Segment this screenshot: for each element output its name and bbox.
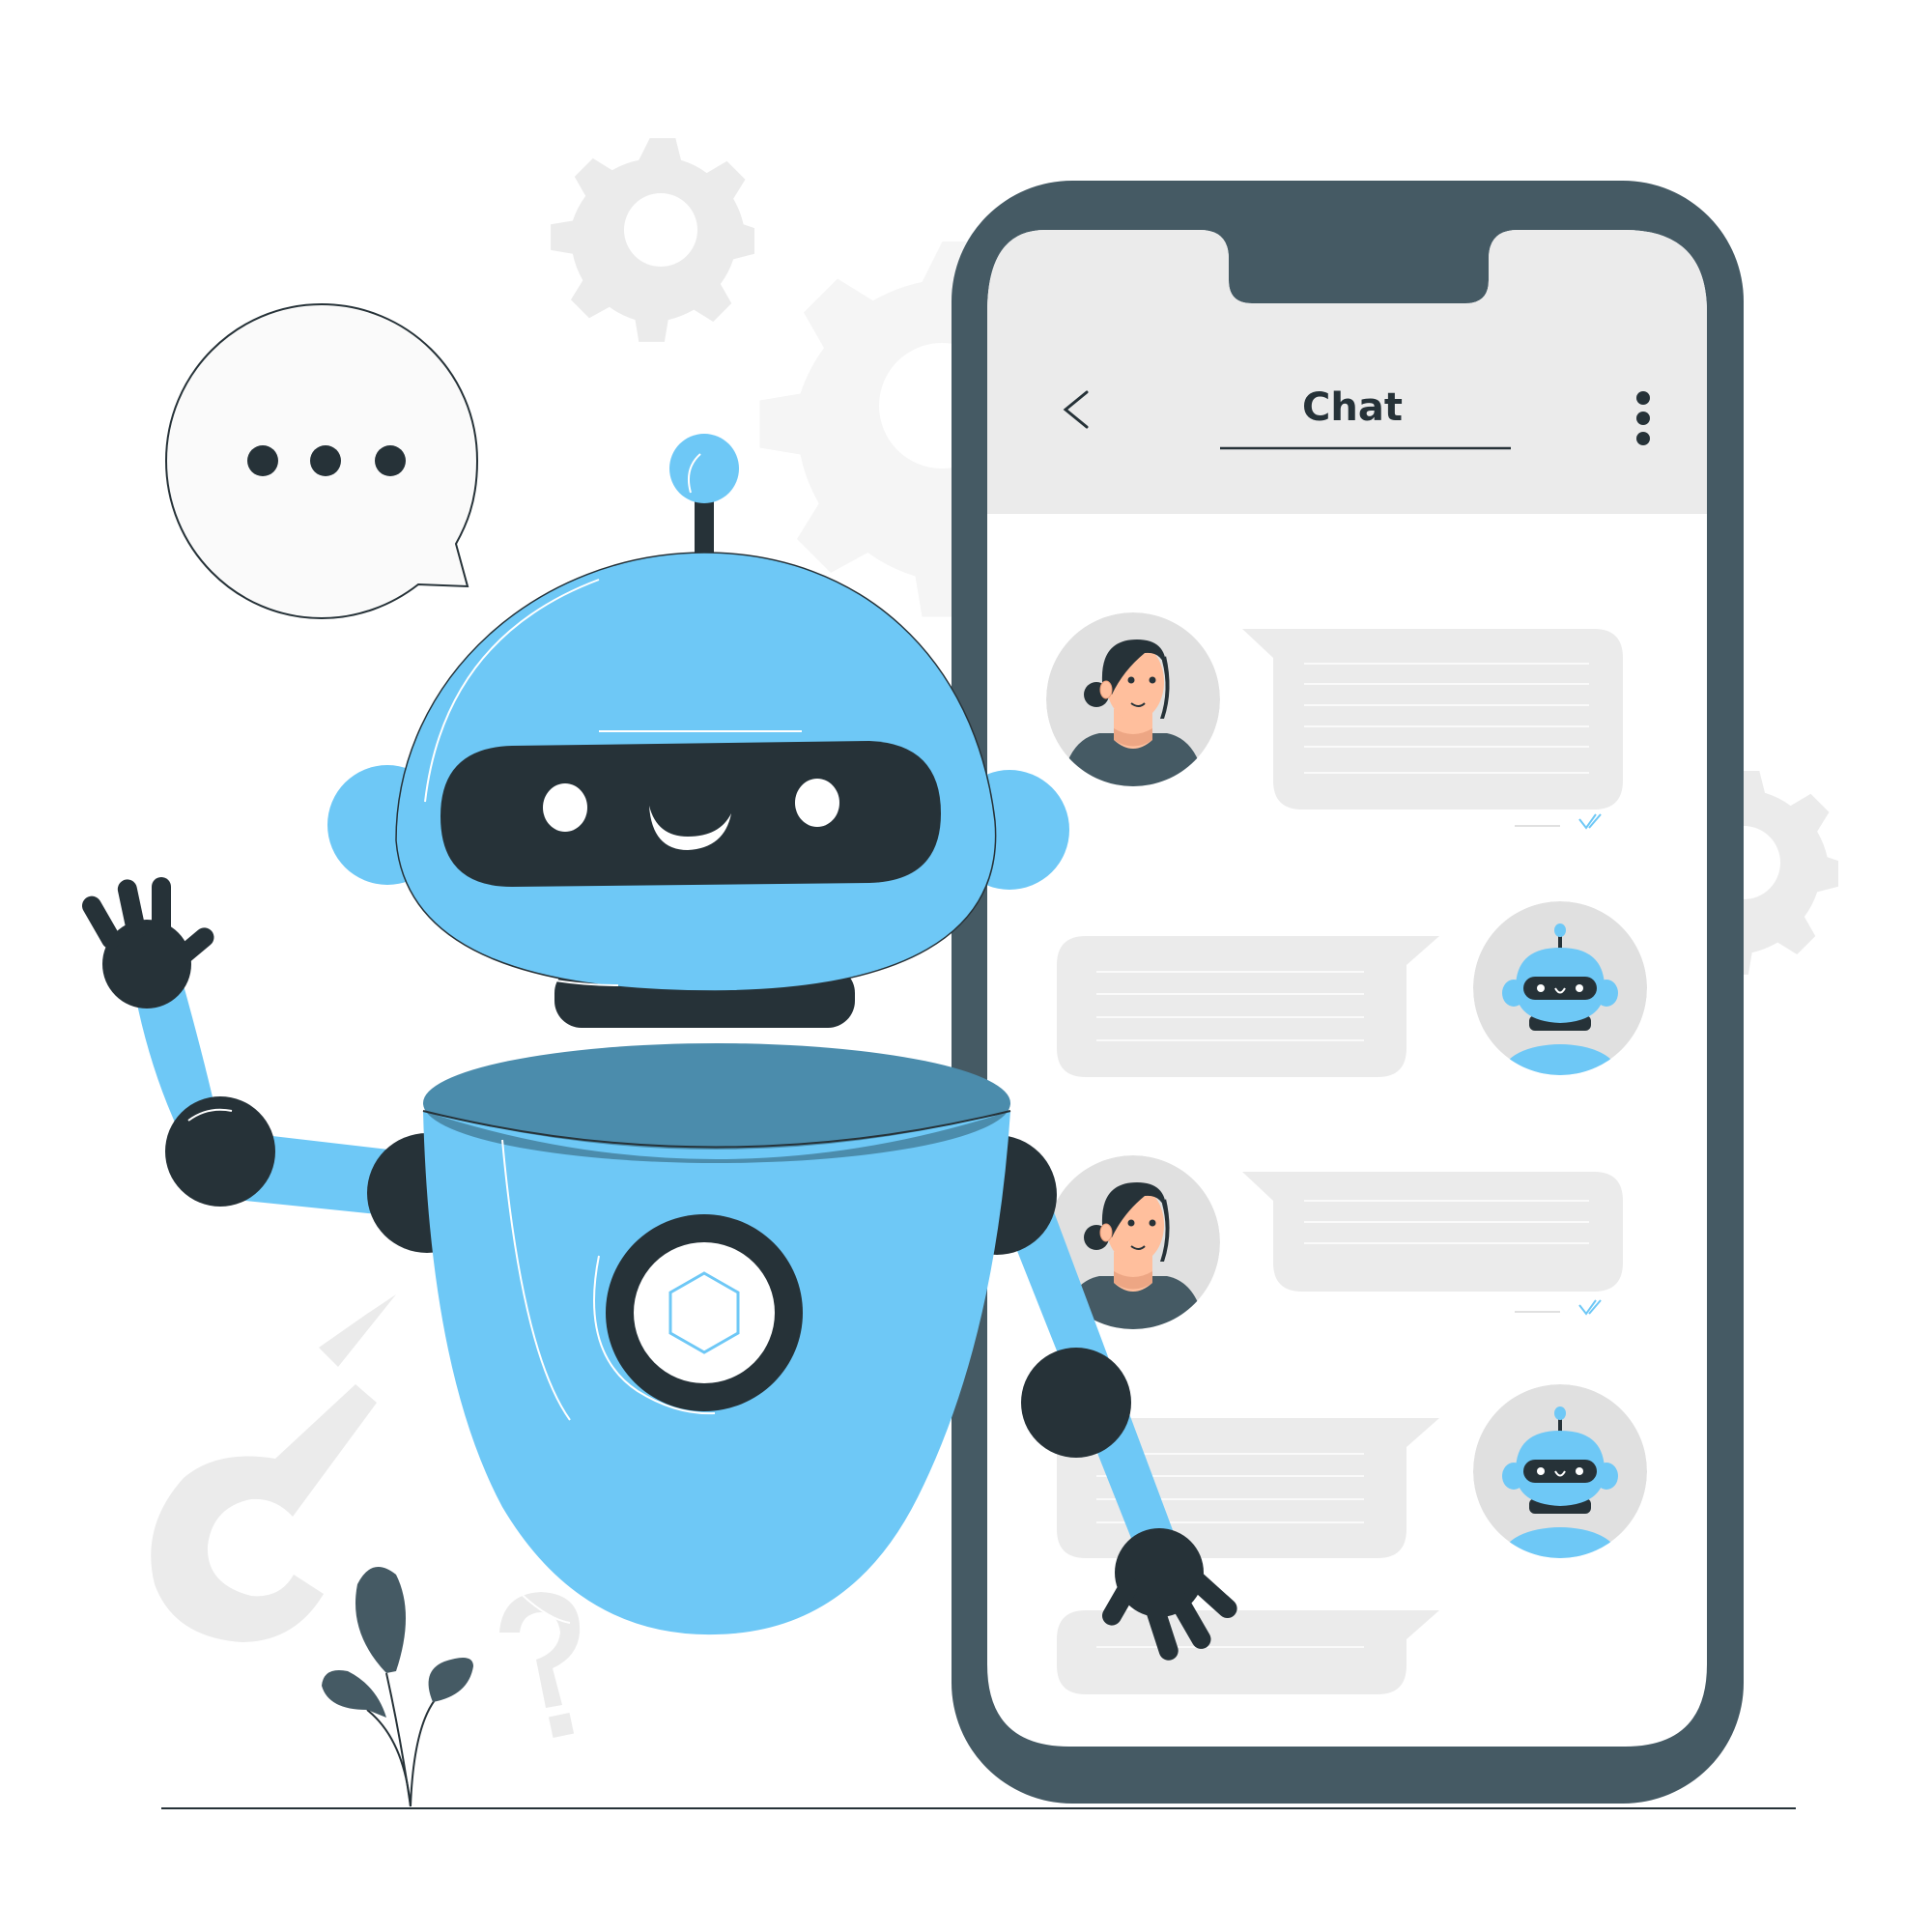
robot-left-elbow	[165, 1096, 275, 1207]
smartphone: Chat	[952, 181, 1744, 1804]
typing-dot-1	[247, 445, 278, 476]
typing-dot-3	[375, 445, 406, 476]
robot-right-elbow	[1021, 1348, 1131, 1458]
message-bubble	[1242, 629, 1623, 810]
question-mark-icon	[499, 1592, 581, 1739]
more-vertical-icon	[1636, 391, 1650, 445]
gear-hole	[624, 193, 697, 267]
typing-dot-2	[310, 445, 341, 476]
robot-left-eye	[543, 783, 587, 832]
chatbot-illustration: Chat	[82, 138, 1838, 1809]
plant-icon	[322, 1567, 473, 1807]
more-options-button[interactable]	[1636, 391, 1650, 445]
robot-right-eye	[795, 779, 839, 827]
robot-body-top	[423, 1043, 1010, 1163]
typing-bubble	[164, 302, 479, 620]
robot-antenna-ball	[669, 434, 739, 503]
message-bubble	[1242, 1172, 1623, 1292]
robot-visor	[440, 741, 941, 887]
chat-title: Chat	[1302, 385, 1403, 430]
robot-waving-hand	[82, 877, 214, 1009]
message-bubble	[1057, 936, 1439, 1077]
